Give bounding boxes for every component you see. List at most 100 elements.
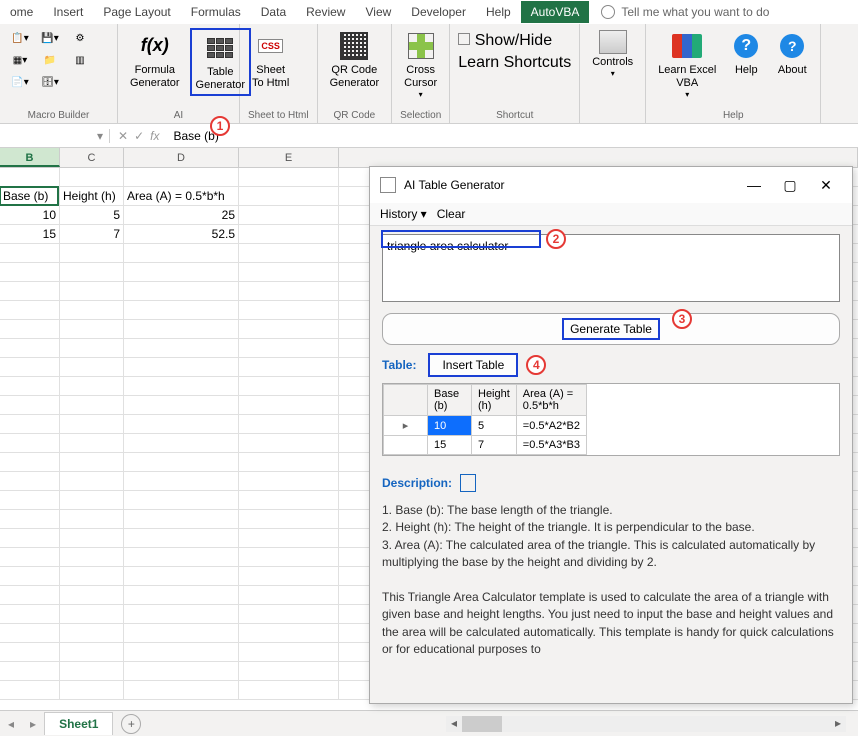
- db-small-icon[interactable]: 🗄▾: [38, 72, 62, 92]
- cell-data[interactable]: 52.5: [124, 225, 239, 243]
- maximize-button[interactable]: ▢: [774, 173, 806, 197]
- tab-autovba[interactable]: AutoVBA: [521, 1, 590, 23]
- document-icon[interactable]: [460, 474, 476, 492]
- scroll-left-icon[interactable]: ◂: [446, 716, 462, 732]
- show-hide-checkbox[interactable]: Show/Hide: [458, 32, 552, 50]
- tab-insert[interactable]: Insert: [43, 1, 93, 23]
- table-label: Table:: [382, 358, 416, 372]
- cell-data[interactable]: 7: [60, 225, 124, 243]
- scroll-right-icon[interactable]: ▸: [830, 716, 846, 732]
- formula-input[interactable]: Base (b): [167, 129, 858, 143]
- horizontal-scrollbar[interactable]: ◂ ▸: [446, 716, 846, 732]
- dialog-title: AI Table Generator: [404, 178, 738, 192]
- fx-bar-icon[interactable]: fx: [150, 129, 159, 143]
- cell-b-header[interactable]: Base (b): [0, 187, 60, 205]
- description-text: 1. Base (b): The base length of the tria…: [382, 502, 840, 659]
- insert-table-button[interactable]: Insert Table: [428, 353, 518, 377]
- folder-small-icon[interactable]: 📁: [38, 50, 62, 70]
- tab-nav-prev-icon[interactable]: ◂: [0, 717, 22, 731]
- preview-col-area: Area (A) = 0.5*b*h: [516, 385, 586, 416]
- add-sheet-button[interactable]: +: [121, 714, 141, 734]
- tab-developer[interactable]: Developer: [401, 1, 476, 23]
- tab-page-layout[interactable]: Page Layout: [93, 1, 180, 23]
- history-dropdown[interactable]: History ▾: [380, 207, 427, 221]
- cross-cursor-button[interactable]: Cross Cursor ▾: [400, 28, 441, 102]
- cell-data[interactable]: 10: [0, 206, 60, 224]
- prompt-input[interactable]: triangle area calculator: [382, 234, 840, 302]
- about-button[interactable]: ? About: [772, 28, 812, 79]
- tab-data[interactable]: Data: [251, 1, 296, 23]
- help-button[interactable]: ? Help: [726, 28, 766, 79]
- dialog-icon: [380, 177, 396, 193]
- preview-cell[interactable]: =0.5*A2*B2: [516, 416, 586, 436]
- question-icon: ?: [734, 34, 758, 58]
- preview-cell[interactable]: 15: [428, 436, 472, 455]
- cross-label: Cross Cursor: [404, 64, 437, 90]
- tab-formulas[interactable]: Formulas: [181, 1, 251, 23]
- annotation-3: 3: [672, 309, 692, 329]
- scroll-thumb[interactable]: [462, 716, 502, 732]
- preview-col-height: Height (h): [472, 385, 517, 416]
- col-header-e[interactable]: E: [239, 148, 339, 167]
- tab-home[interactable]: ome: [0, 1, 43, 23]
- tab-nav-next-icon[interactable]: ▸: [22, 717, 44, 731]
- preview-cell[interactable]: 7: [472, 436, 517, 455]
- controls-label: Controls: [592, 56, 633, 69]
- tell-me-label: Tell me what you want to do: [621, 5, 769, 19]
- col-header-d[interactable]: D: [124, 148, 239, 167]
- minimize-button[interactable]: —: [738, 173, 770, 197]
- sheet-tabs: ◂ ▸ Sheet1 + ◂ ▸: [0, 710, 858, 736]
- name-box[interactable]: ▾: [0, 129, 110, 143]
- cancel-formula-icon[interactable]: ✕: [118, 129, 128, 143]
- save-small-icon[interactable]: 💾▾: [38, 28, 62, 48]
- ai-table-generator-dialog: AI Table Generator — ▢ ✕ History ▾ Clear…: [369, 166, 853, 704]
- description-label: Description:: [382, 476, 452, 490]
- cell-d-header[interactable]: Area (A) = 0.5*b*h: [124, 187, 239, 205]
- css-html-icon: CSS: [258, 39, 283, 54]
- sheet-html-label: Sheet To Html: [252, 64, 289, 90]
- table-icon: [207, 38, 233, 58]
- learn-shortcuts-button[interactable]: Learn Shortcuts: [458, 54, 571, 72]
- sheet-tab-sheet1[interactable]: Sheet1: [44, 712, 113, 735]
- close-button[interactable]: ✕: [810, 173, 842, 197]
- cell-data[interactable]: 25: [124, 206, 239, 224]
- row-indicator-icon: ▸: [384, 416, 428, 436]
- settings-small-icon[interactable]: ⚙: [68, 28, 92, 48]
- cell-data[interactable]: 15: [0, 225, 60, 243]
- group-sheet-html: Sheet to Html: [248, 110, 309, 121]
- col-header-b[interactable]: B: [0, 148, 60, 167]
- learn-vba-button[interactable]: Learn Excel VBA ▾: [654, 28, 720, 102]
- preview-cell[interactable]: 5: [472, 416, 517, 436]
- excel-small-icon[interactable]: ▦▾: [8, 50, 32, 70]
- table-gen-label: Table Generator: [196, 66, 246, 92]
- cross-icon: [408, 33, 434, 59]
- paste-icon[interactable]: 📋▾: [8, 28, 32, 48]
- formula-bar: ▾ ✕ ✓ fx Base (b): [0, 124, 858, 148]
- sheet-small-icon[interactable]: ▥: [68, 50, 92, 70]
- formula-gen-label: Formula Generator: [130, 64, 180, 90]
- sheet-to-html-button[interactable]: CSS Sheet To Html: [248, 28, 293, 92]
- learn-vba-label: Learn Excel VBA: [658, 64, 716, 90]
- confirm-formula-icon[interactable]: ✓: [134, 129, 144, 143]
- col-header-c[interactable]: C: [60, 148, 124, 167]
- ribbon-tabs: ome Insert Page Layout Formulas Data Rev…: [0, 0, 858, 24]
- cell-data[interactable]: 5: [60, 206, 124, 224]
- preview-cell[interactable]: 10: [428, 416, 472, 436]
- formula-generator-button[interactable]: f(x) Formula Generator: [126, 28, 184, 92]
- tab-review[interactable]: Review: [296, 1, 355, 23]
- tell-me-search[interactable]: Tell me what you want to do: [601, 5, 769, 19]
- books-icon: [672, 34, 702, 58]
- group-macro-builder: Macro Builder: [8, 110, 109, 121]
- cell-c-header[interactable]: Height (h): [60, 187, 124, 205]
- group-shortcut: Shortcut: [458, 110, 571, 121]
- clear-button[interactable]: Clear: [437, 207, 466, 221]
- doc-small-icon[interactable]: 📄▾: [8, 72, 32, 92]
- qr-code-button[interactable]: QR Code Generator: [326, 28, 384, 92]
- generate-table-button[interactable]: Generate Table: [382, 313, 840, 345]
- tab-help[interactable]: Help: [476, 1, 521, 23]
- group-qr: QR Code: [326, 110, 384, 121]
- tab-view[interactable]: View: [355, 1, 401, 23]
- preview-cell[interactable]: =0.5*A3*B3: [516, 436, 586, 455]
- controls-button[interactable]: Controls ▾: [588, 28, 637, 81]
- controls-icon: [599, 30, 627, 54]
